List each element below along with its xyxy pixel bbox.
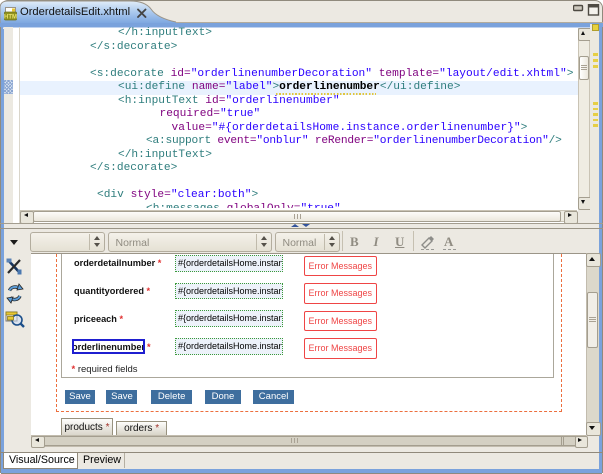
svg-text:HTM: HTM (4, 14, 17, 20)
